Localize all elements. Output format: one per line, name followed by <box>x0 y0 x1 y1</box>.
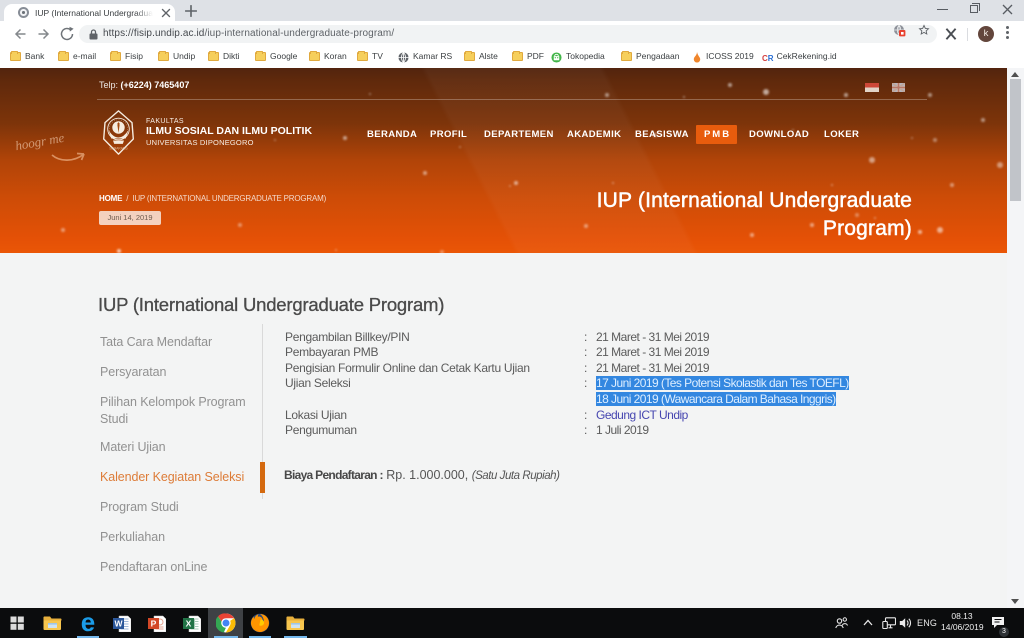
svg-text:X: X <box>186 619 192 629</box>
svg-text:SEMARANG: SEMARANG <box>109 147 128 151</box>
svg-text:P: P <box>151 619 157 629</box>
svg-text:W: W <box>114 619 123 629</box>
